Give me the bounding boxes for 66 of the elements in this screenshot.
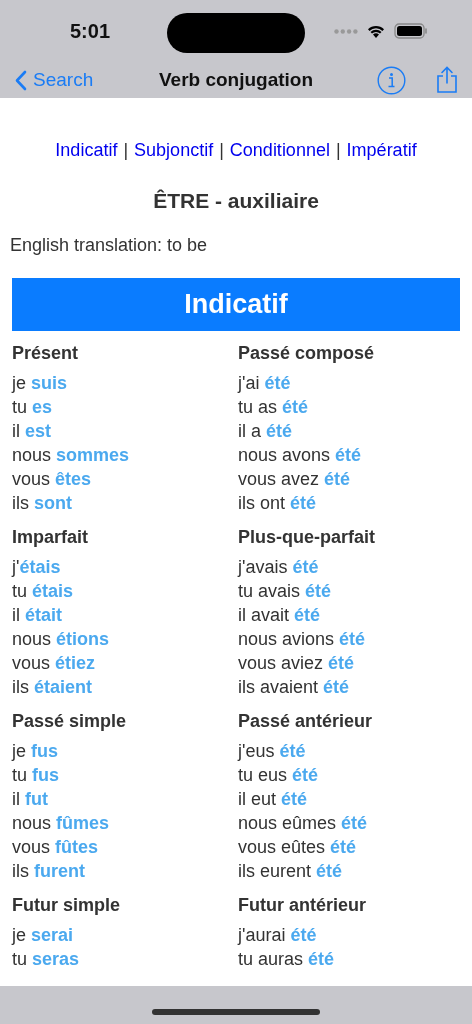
conjugation-line: tu étais (12, 580, 75, 603)
conjugation-line: tu eus été (238, 764, 320, 787)
conjugation-line: nous avions été (238, 628, 367, 651)
conjugation-line: tu auras été (238, 948, 336, 971)
conjugation-line: vous avez été (238, 468, 352, 491)
share-icon[interactable] (436, 66, 458, 94)
wifi-icon (366, 23, 386, 39)
info-icon[interactable] (377, 65, 406, 95)
conjugation-line: ils étaient (12, 676, 94, 699)
conjugation-line: nous étions (12, 628, 111, 651)
conjugation-line: tu fus (12, 764, 60, 787)
conjugation-line: il était (12, 604, 63, 627)
tense-heading: Futur antérieur (238, 894, 367, 917)
conjugation-line: vous eûtes été (238, 836, 358, 859)
verb-title: ÊTRE - auxiliaire (152, 189, 320, 213)
conjugation-line: j'eus été (238, 740, 307, 763)
tense-heading: Imparfait (12, 526, 90, 549)
conjugation-line: ils avaient été (238, 676, 351, 699)
link-separator: | (219, 140, 224, 160)
mood-link[interactable]: Conditionnel (229, 140, 330, 160)
conjugation-line: il a été (238, 420, 294, 443)
conjugation-line: il est (12, 420, 52, 443)
conjugation-line: ils eurent été (238, 860, 344, 883)
conjugation-line: il eut été (238, 788, 309, 811)
signal-dots-icon (334, 28, 358, 34)
status-time: 5:01 (70, 20, 111, 43)
conjugation-line: nous sommes (12, 444, 131, 467)
conjugation-line: nous eûmes été (238, 812, 369, 835)
conjugation-line: tu seras (12, 948, 81, 971)
conjugation-line: il fut (12, 788, 49, 811)
conjugation-line: ils ont été (238, 492, 318, 515)
conjugation-line: ils sont (12, 492, 73, 515)
conjugation-line: vous êtes (12, 468, 93, 491)
conjugation-line: vous aviez été (238, 652, 356, 675)
link-separator: | (123, 140, 129, 160)
tense-heading: Plus-que-parfait (238, 526, 376, 549)
nav-title: Verb conjugation (158, 69, 314, 91)
battery-icon (394, 23, 428, 39)
conjugation-line: je suis (12, 372, 69, 395)
tense-heading: Passé simple (12, 710, 128, 733)
conjugation-line: il avait été (238, 604, 322, 627)
tense-heading: Présent (12, 342, 80, 365)
conjugation-line: tu es (12, 396, 54, 419)
conjugation-line: tu as été (238, 396, 310, 419)
conjugation-line: nous avons été (238, 444, 363, 467)
mood-link[interactable]: Impératif (346, 140, 417, 160)
conjugation-line: nous fûmes (12, 812, 111, 835)
mood-link[interactable]: Subjonctif (134, 140, 214, 160)
mood-link[interactable]: Indicatif (55, 140, 118, 160)
tense-heading: Futur simple (12, 894, 121, 917)
tense-heading: Passé antérieur (238, 710, 374, 733)
conjugation-line: je fus (12, 740, 59, 763)
translation-text: English translation: to be (10, 235, 209, 256)
conjugation-line: j'avais été (238, 556, 320, 579)
conjugation-line: j'aurai été (238, 924, 318, 947)
conjugation-line: vous étiez (12, 652, 97, 675)
link-separator: | (335, 140, 341, 160)
conjugation-line: je serai (12, 924, 75, 947)
conjugation-line: j'étais (12, 556, 62, 579)
chevron-left-icon (14, 69, 27, 91)
conjugation-line: tu avais été (238, 580, 333, 603)
section-header: Indicatif (12, 278, 460, 331)
conjugation-line: ils furent (12, 860, 86, 883)
tense-heading: Passé composé (238, 342, 376, 365)
conjugation-line: j'ai été (238, 372, 292, 395)
conjugation-line: vous fûtes (12, 836, 100, 859)
